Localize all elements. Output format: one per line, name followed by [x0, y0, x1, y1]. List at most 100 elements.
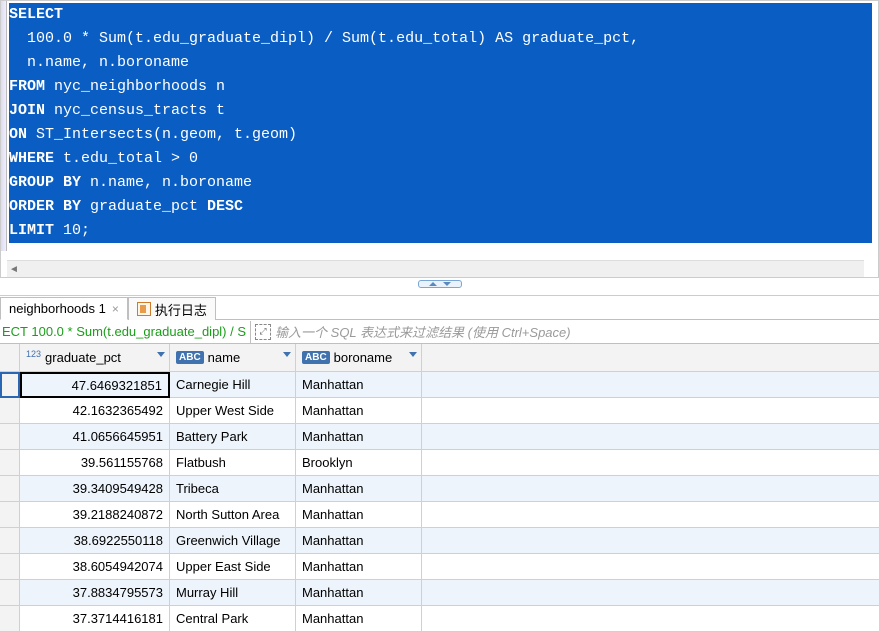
row-header[interactable]	[0, 606, 20, 632]
log-icon	[137, 302, 151, 316]
sql-line-3: n.name, n.boroname	[9, 54, 189, 71]
expand-icon[interactable]: ⤢	[255, 324, 271, 340]
sql-line-5-rest: nyc_census_tracts t	[45, 102, 225, 119]
cell-name[interactable]: Tribeca	[170, 476, 296, 502]
table-row[interactable]: 38.6054942074Upper East SideManhattan	[0, 554, 879, 580]
cell-boroname[interactable]: Manhattan	[296, 580, 422, 606]
cell-graduate-pct[interactable]: 39.561155768	[20, 450, 170, 476]
tab-result-neighborhoods[interactable]: neighborhoods 1 ×	[0, 297, 128, 320]
cell-graduate-pct[interactable]: 38.6054942074	[20, 554, 170, 580]
cell-graduate-pct[interactable]: 39.3409549428	[20, 476, 170, 502]
cell-name[interactable]: Battery Park	[170, 424, 296, 450]
row-header[interactable]	[0, 372, 20, 398]
kw-on: ON	[9, 126, 27, 143]
row-header-corner[interactable]	[0, 344, 20, 372]
sql-line-4-rest: nyc_neighborhoods n	[45, 78, 225, 95]
table-row[interactable]: 39.561155768FlatbushBrooklyn	[0, 450, 879, 476]
kw-groupby: GROUP BY	[9, 174, 81, 191]
cell-boroname[interactable]: Manhattan	[296, 476, 422, 502]
cell-name[interactable]: Carnegie Hill	[170, 372, 296, 398]
results-tabs: neighborhoods 1 × 执行日志	[0, 296, 879, 320]
cell-empty	[422, 580, 879, 606]
kw-where: WHERE	[9, 150, 54, 167]
column-header-empty	[422, 344, 879, 372]
column-header-name[interactable]: ABC name	[170, 344, 296, 372]
splitter-grip-icon[interactable]	[418, 280, 462, 288]
cell-boroname[interactable]: Brooklyn	[296, 450, 422, 476]
scroll-left-arrow-icon[interactable]: ◄	[7, 263, 21, 276]
cell-empty	[422, 502, 879, 528]
chevron-down-icon[interactable]	[283, 352, 291, 357]
divider	[250, 321, 251, 343]
cell-boroname[interactable]: Manhattan	[296, 528, 422, 554]
kw-join: JOIN	[9, 102, 45, 119]
column-label-c2: name	[208, 350, 241, 365]
cell-boroname[interactable]: Manhattan	[296, 424, 422, 450]
table-row[interactable]: 37.8834795573Murray HillManhattan	[0, 580, 879, 606]
sql-editor[interactable]: SELECT 100.0 * Sum(t.edu_graduate_dipl) …	[0, 0, 879, 278]
cell-name[interactable]: Upper West Side	[170, 398, 296, 424]
table-row[interactable]: 42.1632365492Upper West SideManhattan	[0, 398, 879, 424]
cell-name[interactable]: Murray Hill	[170, 580, 296, 606]
cell-graduate-pct[interactable]: 37.3714416181	[20, 606, 170, 632]
filter-bar: ECT 100.0 * Sum(t.edu_graduate_dipl) / S…	[0, 320, 879, 344]
filter-input[interactable]: 输入一个 SQL 表达式来过滤结果 (使用 Ctrl+Space)	[275, 322, 879, 341]
row-header[interactable]	[0, 450, 20, 476]
cell-empty	[422, 398, 879, 424]
kw-desc: DESC	[207, 198, 243, 215]
table-row[interactable]: 39.3409549428TribecaManhattan	[0, 476, 879, 502]
column-label-c3: boroname	[334, 350, 393, 365]
cell-name[interactable]: Upper East Side	[170, 554, 296, 580]
column-header-graduate-pct[interactable]: 123 graduate_pct	[20, 344, 170, 372]
string-type-icon: ABC	[176, 351, 204, 364]
sql-text[interactable]: SELECT 100.0 * Sum(t.edu_graduate_dipl) …	[9, 3, 872, 243]
row-header[interactable]	[0, 398, 20, 424]
cell-name[interactable]: Flatbush	[170, 450, 296, 476]
cell-boroname[interactable]: Manhattan	[296, 398, 422, 424]
chevron-down-icon[interactable]	[409, 352, 417, 357]
cell-boroname[interactable]: Manhattan	[296, 372, 422, 398]
sql-line-10-rest: 10;	[54, 222, 90, 239]
row-header[interactable]	[0, 502, 20, 528]
tab-execution-log[interactable]: 执行日志	[128, 297, 216, 320]
close-icon[interactable]: ×	[112, 302, 119, 316]
sql-line-6-rest: ST_Intersects(n.geom, t.geom)	[27, 126, 297, 143]
cell-boroname[interactable]: Manhattan	[296, 606, 422, 632]
column-header-boroname[interactable]: ABC boroname	[296, 344, 422, 372]
row-header[interactable]	[0, 476, 20, 502]
table-row[interactable]: 47.6469321851Carnegie HillManhattan	[0, 372, 879, 398]
table-row[interactable]: 37.3714416181Central ParkManhattan	[0, 606, 879, 632]
grid-body: 47.6469321851Carnegie HillManhattan42.16…	[0, 372, 879, 632]
cell-empty	[422, 450, 879, 476]
cell-graduate-pct[interactable]: 41.0656645951	[20, 424, 170, 450]
row-header[interactable]	[0, 580, 20, 606]
row-header[interactable]	[0, 528, 20, 554]
sql-line-7-rest: t.edu_total > 0	[54, 150, 198, 167]
table-row[interactable]: 39.2188240872North Sutton AreaManhattan	[0, 502, 879, 528]
horizontal-scrollbar[interactable]: ◄	[7, 260, 864, 277]
cell-name[interactable]: Greenwich Village	[170, 528, 296, 554]
chevron-down-icon[interactable]	[157, 352, 165, 357]
log-tab-label: 执行日志	[155, 300, 207, 319]
cell-graduate-pct[interactable]: 42.1632365492	[20, 398, 170, 424]
table-row[interactable]: 41.0656645951Battery ParkManhattan	[0, 424, 879, 450]
kw-select: SELECT	[9, 6, 63, 23]
panel-splitter[interactable]	[0, 278, 879, 296]
editor-gutter	[1, 1, 7, 251]
column-label-c1: graduate_pct	[45, 350, 121, 365]
cell-graduate-pct[interactable]: 47.6469321851	[20, 372, 170, 398]
cell-graduate-pct[interactable]: 37.8834795573	[20, 580, 170, 606]
cell-empty	[422, 606, 879, 632]
cell-boroname[interactable]: Manhattan	[296, 554, 422, 580]
cell-name[interactable]: Central Park	[170, 606, 296, 632]
cell-boroname[interactable]: Manhattan	[296, 502, 422, 528]
cell-graduate-pct[interactable]: 38.6922550118	[20, 528, 170, 554]
row-header[interactable]	[0, 424, 20, 450]
table-row[interactable]: 38.6922550118Greenwich VillageManhattan	[0, 528, 879, 554]
row-header[interactable]	[0, 554, 20, 580]
cell-name[interactable]: North Sutton Area	[170, 502, 296, 528]
cell-graduate-pct[interactable]: 39.2188240872	[20, 502, 170, 528]
numeric-type-icon: 123	[26, 349, 41, 359]
cell-empty	[422, 554, 879, 580]
string-type-icon: ABC	[302, 351, 330, 364]
